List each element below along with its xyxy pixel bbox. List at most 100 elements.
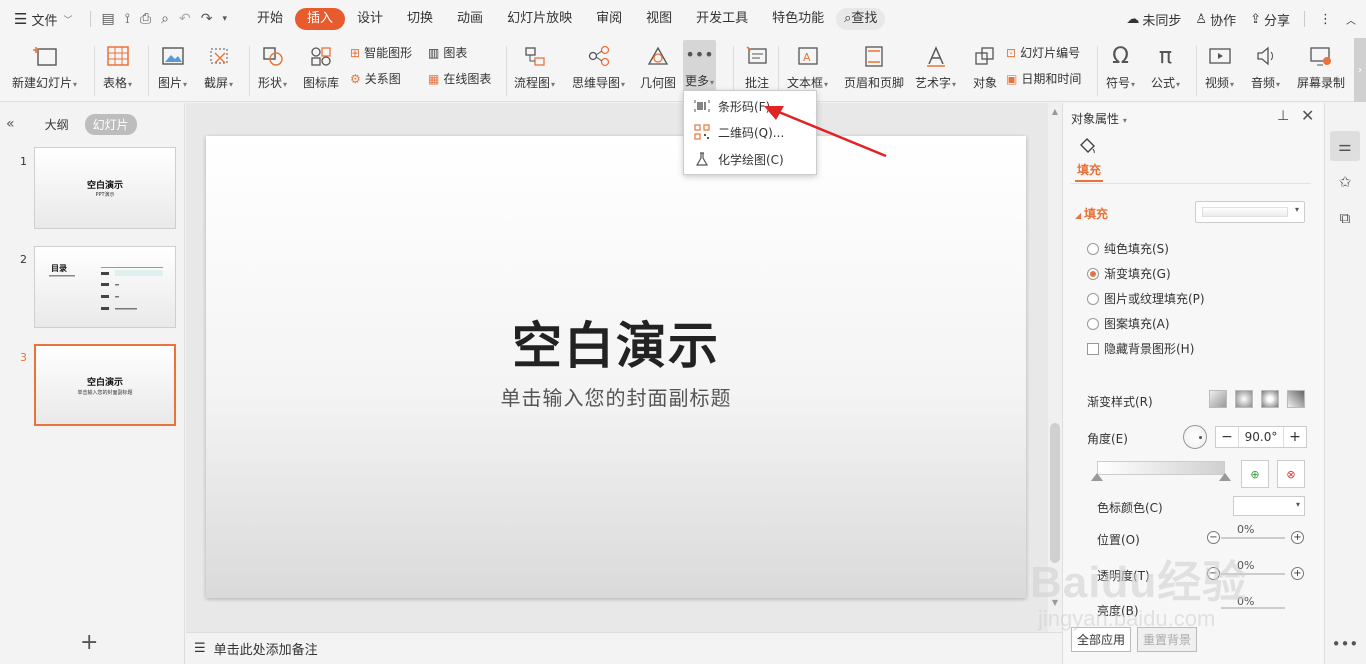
audio-button[interactable]: 音频▾: [1251, 42, 1280, 91]
sync-button[interactable]: ☁ 未同步: [1126, 10, 1181, 29]
file-menu-button[interactable]: ☰ 文件 ﹀: [0, 0, 80, 38]
gradient-stop-left[interactable]: [1091, 473, 1103, 481]
table-button[interactable]: 表格▾: [103, 42, 132, 91]
wordart-button[interactable]: 艺术字▾: [915, 42, 956, 91]
stop-color-dropdown[interactable]: ▾: [1233, 496, 1305, 516]
search-button[interactable]: ⌕查找: [836, 8, 886, 30]
comment-button[interactable]: 批注: [743, 42, 771, 91]
brightness-slider[interactable]: [1221, 607, 1285, 609]
close-icon[interactable]: ✕: [1301, 106, 1314, 125]
gradient-style-linear[interactable]: [1209, 390, 1227, 408]
smart-art-button[interactable]: ⊞ 智能图形: [350, 44, 412, 61]
scroll-down-icon[interactable]: ▼: [1048, 598, 1062, 607]
share-button[interactable]: ⇪ 分享: [1250, 10, 1290, 29]
scroll-up-icon[interactable]: ▲: [1048, 107, 1062, 116]
pattern-fill-radio[interactable]: 图案填充(A): [1087, 315, 1170, 332]
save-icon[interactable]: ▤: [101, 11, 114, 27]
tab-insert[interactable]: 插入: [295, 8, 346, 30]
shape-button[interactable]: 形状▾: [258, 42, 287, 91]
add-stop-button[interactable]: ⊕: [1241, 460, 1269, 488]
notes-bar[interactable]: ☰ 单击此处添加备注: [186, 632, 1062, 664]
online-chart-button[interactable]: ▦ 在线图表: [428, 70, 491, 87]
more-options-icon[interactable]: ⋮: [1319, 12, 1332, 27]
position-increase[interactable]: +: [1291, 531, 1304, 544]
slide-thumbnail[interactable]: 空白演示 PPT演示: [34, 147, 176, 229]
tab-review[interactable]: 审阅: [584, 8, 634, 30]
add-slide-icon[interactable]: +: [80, 630, 98, 655]
reset-bg-button[interactable]: 重置背景: [1137, 627, 1198, 652]
gradient-style-radial[interactable]: [1235, 390, 1253, 408]
geometry-button[interactable]: 几何图: [640, 42, 676, 91]
tab-outline[interactable]: 大纲: [37, 114, 77, 135]
tab-view[interactable]: 视图: [634, 8, 684, 30]
hide-bg-checkbox[interactable]: 隐藏背景图形(H): [1087, 340, 1194, 357]
gradient-fill-radio[interactable]: 渐变填充(G): [1087, 265, 1171, 282]
tab-special[interactable]: 特色功能: [760, 8, 836, 30]
slide-thumbnail-selected[interactable]: 空白演示 单击输入您的封面副标题: [34, 344, 176, 426]
collapse-ribbon-icon[interactable]: ︿: [1346, 12, 1356, 27]
relation-button[interactable]: ⚙ 关系图: [350, 70, 401, 87]
tab-transition[interactable]: 切换: [395, 8, 445, 30]
video-button[interactable]: 视频▾: [1205, 42, 1234, 91]
angle-dial[interactable]: [1183, 425, 1207, 449]
tab-slides[interactable]: 幻灯片: [84, 113, 137, 135]
remove-stop-button[interactable]: ⊗: [1277, 460, 1305, 488]
print-preview-icon[interactable]: ⌕: [161, 11, 169, 27]
textbox-button[interactable]: A 文本框▾: [787, 42, 828, 91]
tab-slideshow[interactable]: 幻灯片放映: [495, 8, 584, 30]
paint-bucket-icon[interactable]: [1077, 136, 1097, 159]
picture-button[interactable]: 图片▾: [158, 42, 187, 91]
vertical-scrollbar[interactable]: ▲ ▼: [1048, 103, 1062, 632]
screen-record-button[interactable]: 屏幕录制: [1297, 42, 1345, 91]
redo-icon[interactable]: ↷: [201, 11, 213, 27]
undo-icon[interactable]: ↶: [179, 11, 191, 27]
scroll-thumb[interactable]: [1050, 423, 1060, 563]
tab-home[interactable]: 开始: [245, 8, 295, 30]
slide-number-button[interactable]: ⊡ 幻灯片编号: [1006, 44, 1080, 61]
flowchart-button[interactable]: 流程图▾: [514, 42, 555, 91]
transparency-decrease[interactable]: −: [1207, 567, 1220, 580]
gradient-style-rect[interactable]: [1261, 390, 1279, 408]
decrement-button[interactable]: −: [1216, 429, 1238, 445]
formula-button[interactable]: π 公式▾: [1151, 42, 1180, 91]
tab-design[interactable]: 设计: [345, 8, 395, 30]
transition-panel-icon[interactable]: ⧉: [1330, 203, 1360, 233]
fill-preset-dropdown[interactable]: ▾: [1195, 201, 1305, 223]
angle-value[interactable]: 90.0°: [1238, 427, 1284, 447]
tab-developer[interactable]: 开发工具: [684, 8, 760, 30]
properties-toggle-icon[interactable]: ⚌: [1330, 131, 1360, 161]
header-footer-button[interactable]: 页眉和页脚: [844, 42, 904, 91]
slide-subtitle[interactable]: 单击输入您的封面副标题: [206, 382, 1026, 411]
slide-thumbnail[interactable]: 目录: [34, 246, 176, 328]
transparency-increase[interactable]: +: [1291, 567, 1304, 580]
collapse-pane-icon[interactable]: «: [6, 116, 15, 132]
new-slide-button[interactable]: 新建幻灯片▾: [12, 42, 77, 91]
position-slider[interactable]: [1221, 537, 1285, 539]
menu-item-chem-drawing[interactable]: 化学绘图(C): [684, 146, 818, 172]
format-painter-icon[interactable]: ⟟: [125, 11, 130, 27]
pin-star-icon[interactable]: ✩: [1330, 167, 1360, 197]
apply-all-button[interactable]: 全部应用: [1071, 627, 1132, 652]
collab-button[interactable]: ♙ 协作: [1195, 10, 1236, 29]
tab-animation[interactable]: 动画: [445, 8, 495, 30]
menu-item-barcode[interactable]: 条形码(F): [684, 93, 818, 119]
mindmap-button[interactable]: 思维导图▾: [572, 42, 625, 91]
gradient-stop-right[interactable]: [1219, 473, 1231, 481]
solid-fill-radio[interactable]: 纯色填充(S): [1087, 240, 1169, 257]
fill-section-header[interactable]: ◢ 填充: [1075, 205, 1108, 222]
gradient-style-path[interactable]: [1287, 390, 1305, 408]
screenshot-button[interactable]: 截屏▾: [204, 42, 233, 91]
object-button[interactable]: 对象: [971, 42, 999, 91]
more-button[interactable]: ••• 更多▾: [683, 40, 717, 96]
icon-library-button[interactable]: 图标库: [303, 42, 339, 91]
pane-title[interactable]: 对象属性 ▾: [1071, 110, 1127, 127]
customize-toolbar-icon[interactable]: ▾: [222, 14, 227, 24]
gradient-bar[interactable]: [1097, 461, 1225, 475]
datetime-button[interactable]: ▣ 日期和时间: [1006, 70, 1081, 87]
menu-item-qrcode[interactable]: 二维码(Q)...: [684, 119, 818, 145]
increment-button[interactable]: +: [1284, 429, 1306, 445]
ribbon-scroll-right[interactable]: ›: [1354, 38, 1366, 102]
transparency-slider[interactable]: [1221, 573, 1285, 575]
pin-icon[interactable]: ⊥: [1277, 108, 1289, 124]
print-icon[interactable]: ⎙: [140, 11, 151, 27]
